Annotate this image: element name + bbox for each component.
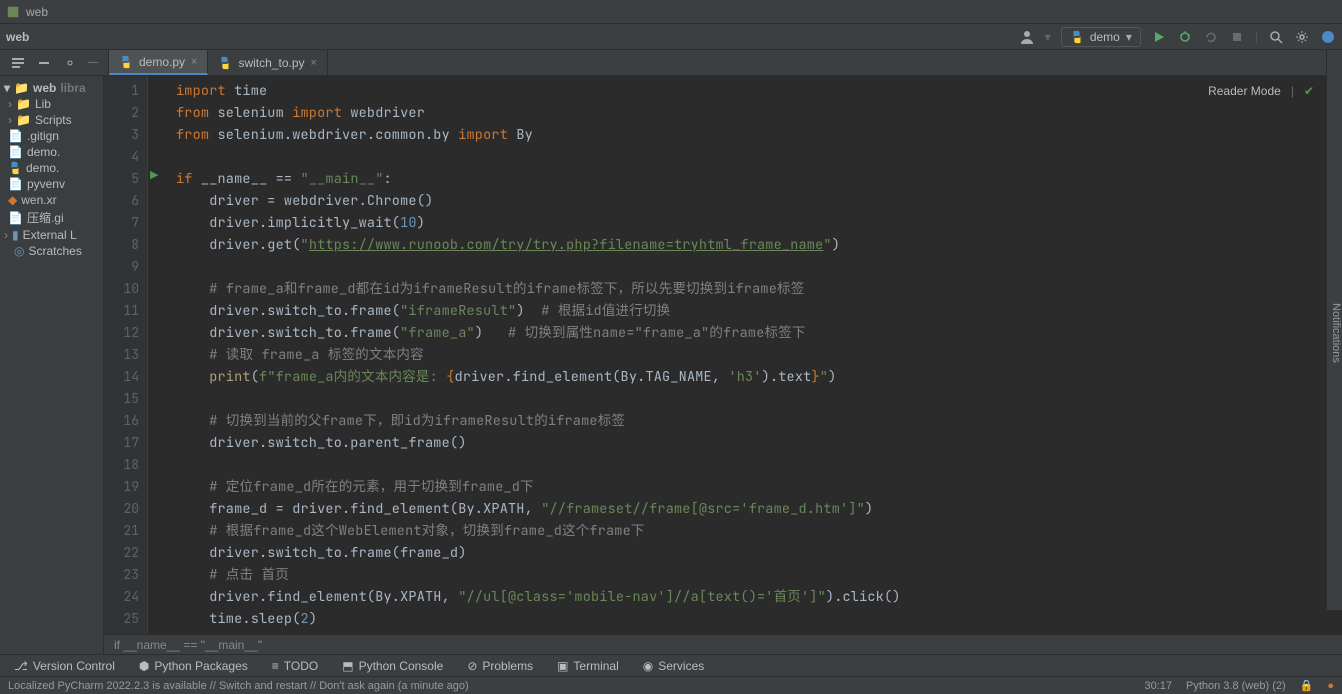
- library-icon: ▮: [12, 228, 19, 242]
- run-icon[interactable]: [1151, 29, 1167, 45]
- app-icon: [6, 5, 20, 19]
- root-label: web: [33, 81, 56, 95]
- file-icon: 📄: [8, 145, 23, 159]
- debug-icon[interactable]: [1177, 29, 1193, 45]
- tree-item[interactable]: ◆wen.xr: [0, 192, 103, 208]
- tree-item[interactable]: 📄压缩.gi: [0, 208, 103, 227]
- console-icon: ⬒: [342, 659, 353, 673]
- run-configuration-selector[interactable]: demo ▾: [1061, 27, 1141, 47]
- todo-icon: ≡: [272, 659, 279, 673]
- tw-problems[interactable]: ⊘Problems: [467, 659, 533, 673]
- code-area[interactable]: import time from selenium import webdriv…: [166, 76, 1342, 634]
- services-icon: ◉: [643, 659, 653, 673]
- chevron-down-icon: ▾: [4, 81, 10, 95]
- problems-icon: ⊘: [467, 659, 477, 673]
- tab-demo-py[interactable]: demo.py ×: [109, 50, 208, 75]
- interpreter-label[interactable]: Python 3.8 (web) (2): [1186, 680, 1286, 692]
- tw-services[interactable]: ◉Services: [643, 659, 705, 673]
- reader-mode-label: Reader Mode: [1208, 84, 1281, 98]
- close-icon[interactable]: ×: [191, 56, 197, 68]
- breadcrumb[interactable]: web: [6, 30, 29, 44]
- tw-todo[interactable]: ≡TODO: [272, 659, 318, 673]
- tree-item[interactable]: ›📁Scripts: [0, 112, 103, 128]
- tab-label: demo.py: [139, 55, 185, 69]
- navigation-bar: web ▾ demo ▾ |: [0, 24, 1342, 50]
- lock-icon[interactable]: 🔒: [1300, 679, 1314, 692]
- tree-item[interactable]: 📄demo.: [0, 144, 103, 160]
- folder-icon: 📁: [16, 97, 31, 111]
- collapse-icon[interactable]: [36, 55, 52, 71]
- xml-file-icon: ◆: [8, 193, 17, 207]
- window-title: web: [26, 5, 48, 19]
- check-icon: ✔: [1304, 84, 1314, 98]
- tab-switch-to-py[interactable]: switch_to.py ×: [208, 50, 327, 75]
- close-icon[interactable]: ×: [311, 57, 317, 69]
- editor: Reader Mode | ✔ 123456789101112131415161…: [104, 76, 1342, 654]
- warning-icon[interactable]: ●: [1327, 680, 1334, 692]
- folder-icon: 📁: [16, 113, 31, 127]
- root-suffix: libra: [60, 81, 85, 95]
- file-icon: 📄: [8, 177, 23, 191]
- status-message[interactable]: Localized PyCharm 2022.2.3 is available …: [8, 680, 469, 692]
- tab-label: switch_to.py: [238, 56, 304, 70]
- tw-python-console[interactable]: ⬒Python Console: [342, 659, 443, 673]
- run-gutter[interactable]: ▶: [148, 76, 166, 634]
- tree-external-libraries[interactable]: ›▮External L: [0, 227, 103, 243]
- tree-item[interactable]: 📄.gitign: [0, 128, 103, 144]
- chevron-right-icon: ›: [8, 97, 12, 111]
- chevron-right-icon: ›: [8, 113, 12, 127]
- branch-icon: ⎇: [14, 659, 28, 673]
- gear-icon[interactable]: [62, 55, 78, 71]
- folder-icon: 📁: [14, 81, 29, 95]
- titlebar: web: [0, 0, 1342, 24]
- tree-item[interactable]: demo.: [0, 160, 103, 176]
- tw-version-control[interactable]: ⎇Version Control: [14, 659, 115, 673]
- tw-python-packages[interactable]: ⬢Python Packages: [139, 659, 248, 673]
- notifications-tool-tab[interactable]: Notifications: [1326, 50, 1342, 610]
- tool-window-bar: ⎇Version Control ⬢Python Packages ≡TODO …: [0, 654, 1342, 676]
- scratches-icon: ◎: [14, 244, 24, 258]
- run-config-label: demo: [1090, 30, 1120, 44]
- chevron-right-icon: ›: [4, 228, 8, 242]
- tree-root[interactable]: ▾ 📁 web libra: [0, 80, 103, 96]
- run-icon[interactable]: ▶: [150, 168, 158, 181]
- project-tree[interactable]: ▾ 📁 web libra ›📁Lib ›📁Scripts 📄.gitign 📄…: [0, 76, 104, 654]
- line-number-gutter: 1234567891011121314151617181920212223242…: [104, 76, 148, 634]
- cursor-position[interactable]: 30:17: [1144, 680, 1172, 692]
- status-bar: Localized PyCharm 2022.2.3 is available …: [0, 676, 1342, 694]
- python-file-icon: [8, 161, 22, 175]
- tw-terminal[interactable]: ▣Terminal: [557, 659, 619, 673]
- gear-icon[interactable]: [1294, 29, 1310, 45]
- rainbow-icon[interactable]: [1320, 29, 1336, 45]
- tree-item[interactable]: 📄pyvenv: [0, 176, 103, 192]
- code-breadcrumb[interactable]: if __name__ == "__main__": [104, 634, 1342, 654]
- user-icon[interactable]: [1019, 29, 1035, 45]
- terminal-icon: ▣: [557, 659, 568, 673]
- package-icon: ⬢: [139, 659, 149, 673]
- reader-mode-banner[interactable]: Reader Mode | ✔: [1202, 82, 1320, 100]
- editor-tabs: — demo.py × switch_to.py × ⋮: [0, 50, 1342, 76]
- tree-scratches[interactable]: ◎Scratches: [0, 243, 103, 259]
- stop-icon[interactable]: [1229, 29, 1245, 45]
- rerun-icon[interactable]: [1203, 29, 1219, 45]
- file-icon: 📄: [8, 211, 23, 225]
- search-icon[interactable]: [1268, 29, 1284, 45]
- project-view-toggle-icon[interactable]: [10, 55, 26, 71]
- file-icon: 📄: [8, 129, 23, 143]
- tree-item[interactable]: ›📁Lib: [0, 96, 103, 112]
